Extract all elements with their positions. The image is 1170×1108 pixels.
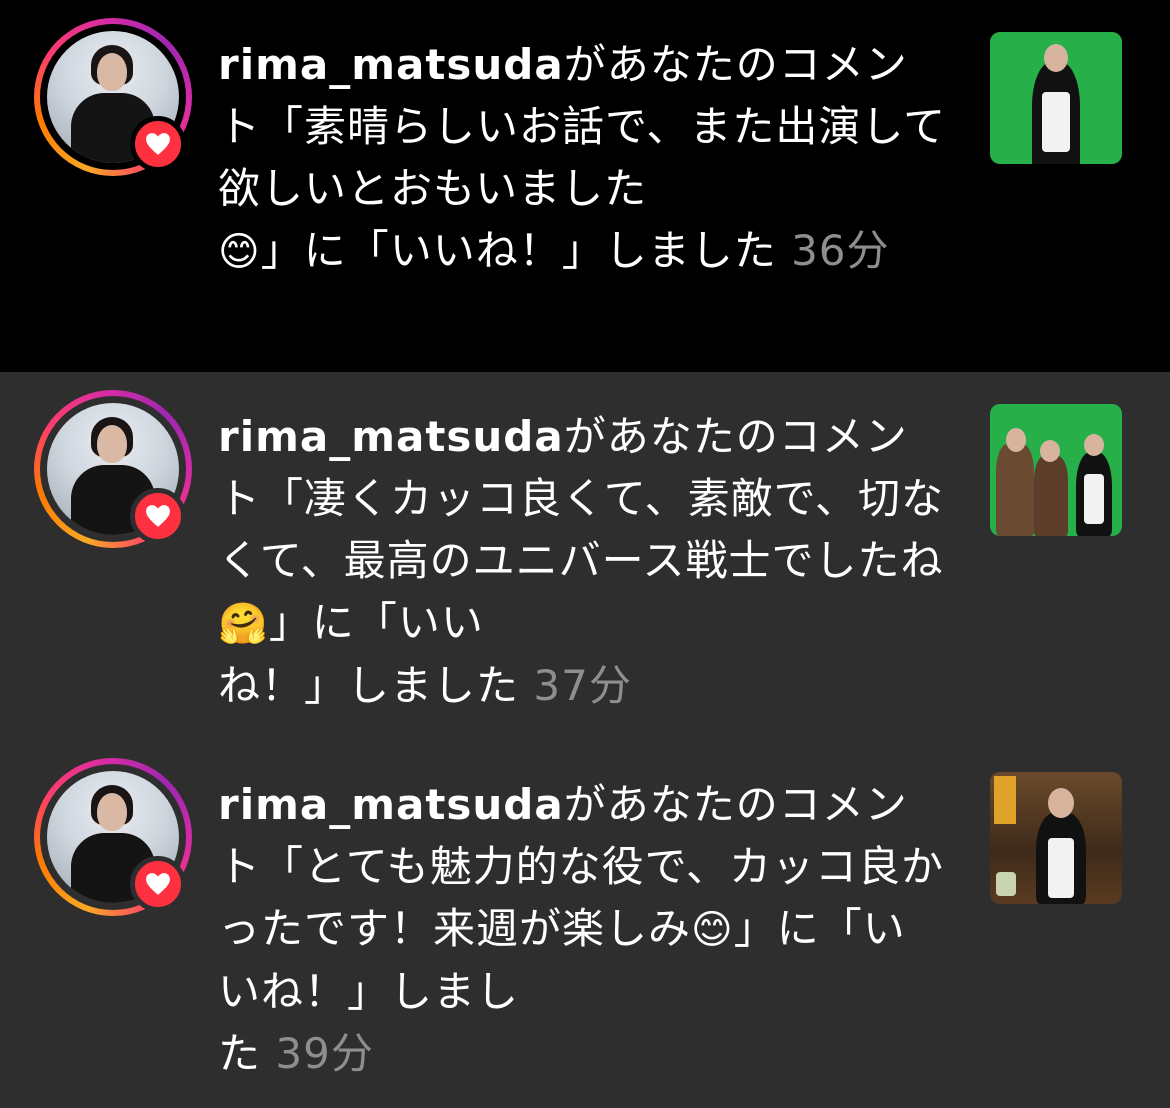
username-link[interactable]: rima_matsuda	[218, 40, 564, 89]
heart-icon	[130, 856, 186, 912]
post-thumbnail[interactable]	[990, 404, 1122, 536]
message-text: 」に「いいね！」しました	[260, 226, 777, 275]
smile-emoji: 😊	[218, 229, 261, 275]
message-text: があなたのコメ	[563, 780, 865, 829]
message-text: ね！」しました	[218, 661, 520, 710]
timestamp: 39分	[275, 1029, 374, 1078]
notification-item[interactable]: rima_matsudaがあなたのコメント「凄くカッコ良くて、素敵で、切なくて、…	[0, 372, 1170, 740]
message-text: 」に「いい	[268, 598, 484, 647]
message-text: み	[648, 904, 692, 953]
message-text: ス戦士でしたね	[642, 536, 944, 585]
notification-item[interactable]: rima_matsudaがあなたのコメント「とても魅力的な役で、カッコ良かったで…	[0, 740, 1170, 1108]
heart-icon	[130, 488, 186, 544]
message-text: があなたのコメ	[563, 40, 865, 89]
post-thumbnail[interactable]	[990, 32, 1122, 164]
smile-emoji: 😊	[691, 907, 734, 953]
notification-text: rima_matsudaがあなたのコメント「とても魅力的な役で、カッコ良かったで…	[218, 774, 948, 1085]
message-text: た	[218, 1029, 262, 1078]
notification-item[interactable]: rima_matsudaがあなたのコメント「素晴らしいお話で、また出演して欲しい…	[0, 0, 1170, 372]
username-link[interactable]: rima_matsuda	[218, 412, 564, 461]
username-link[interactable]: rima_matsuda	[218, 780, 564, 829]
hug-emoji: 🤗	[218, 601, 269, 647]
post-thumbnail[interactable]	[990, 772, 1122, 904]
timestamp: 36分	[791, 226, 890, 275]
message-text: があなたのコメ	[563, 412, 865, 461]
notification-text: rima_matsudaがあなたのコメント「素晴らしいお話で、また出演して欲しい…	[218, 34, 948, 283]
notification-text: rima_matsudaがあなたのコメント「凄くカッコ良くて、素敵で、切なくて、…	[218, 406, 948, 717]
heart-icon	[130, 116, 186, 172]
timestamp: 37分	[533, 661, 632, 710]
